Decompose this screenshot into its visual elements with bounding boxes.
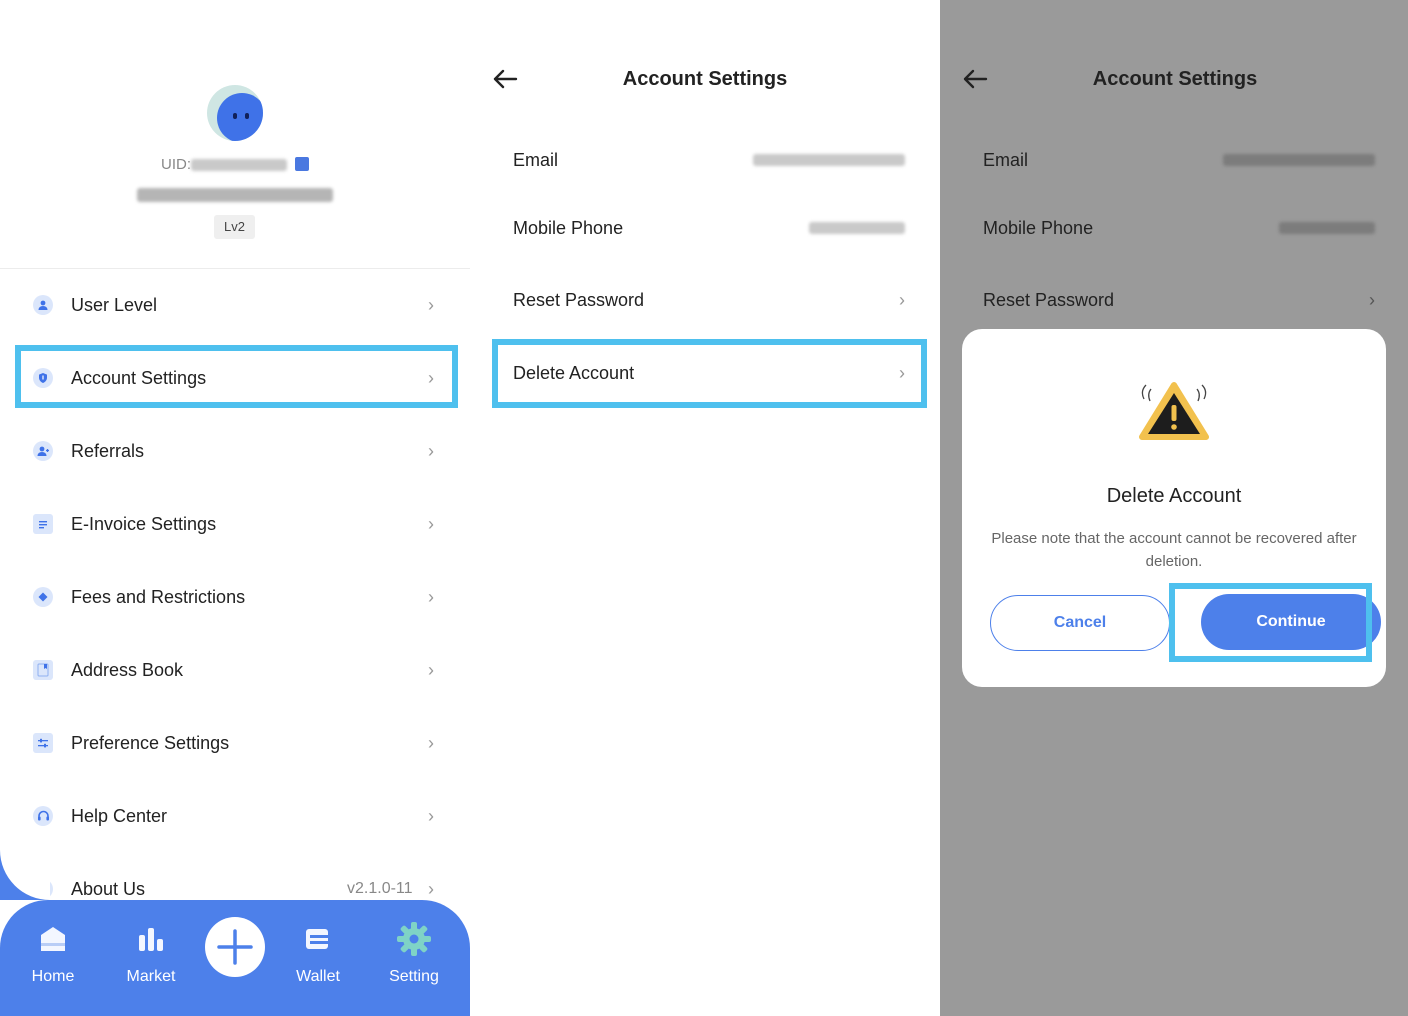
account-settings-panel: Account Settings Email Mobile Phone Rese… xyxy=(470,0,940,1016)
nav-home[interactable]: Home xyxy=(13,922,93,986)
chevron-right-icon: › xyxy=(899,289,905,310)
divider xyxy=(0,268,470,269)
settings-panel: UID: Lv2 User Level › Account Settings ›… xyxy=(0,0,470,1016)
menu-label: Help Center xyxy=(71,805,168,826)
row-email: Email xyxy=(940,135,1408,185)
mobile-value-redacted xyxy=(1279,222,1375,234)
nav-market-label: Market xyxy=(126,968,176,985)
row-email-label: Email xyxy=(513,149,559,170)
chevron-right-icon: › xyxy=(428,294,434,315)
avatar-eye xyxy=(245,113,249,119)
plus-icon xyxy=(217,929,253,965)
nav-home-label: Home xyxy=(31,968,75,985)
nav-wallet[interactable]: Wallet xyxy=(278,922,358,986)
menu-item-help-center[interactable]: Help Center › xyxy=(0,786,470,846)
email-redacted xyxy=(0,186,470,204)
email-blur xyxy=(137,187,333,202)
row-mobile-label: Mobile Phone xyxy=(513,217,624,238)
warning-icon xyxy=(1139,382,1209,440)
highlight-account-settings xyxy=(15,345,458,408)
wallet-icon xyxy=(278,922,358,956)
chevron-right-icon: › xyxy=(428,805,434,826)
headset-icon xyxy=(33,806,53,826)
row-reset-password: Reset Password › xyxy=(940,275,1408,325)
page-title: Account Settings xyxy=(622,68,788,90)
menu-label: Address Book xyxy=(71,659,184,680)
uid-row: UID: xyxy=(0,156,470,173)
menu-label: About Us xyxy=(71,878,146,899)
avatar-face xyxy=(217,93,263,141)
menu-item-fees-and-restrictions[interactable]: Fees and Restrictions › xyxy=(0,567,470,627)
add-user-icon xyxy=(33,441,53,461)
dialog-title: Delete Account xyxy=(1106,485,1242,507)
level-badge: Lv2 xyxy=(214,215,255,239)
mobile-value-redacted xyxy=(809,222,905,234)
email-value-redacted xyxy=(753,154,905,166)
email-value-redacted xyxy=(1223,154,1375,166)
row-mobile-label: Mobile Phone xyxy=(983,217,1094,238)
menu-label: Fees and Restrictions xyxy=(71,586,246,607)
dialog-message: Please note that the account cannot be r… xyxy=(991,530,1357,570)
row-reset-password[interactable]: Reset Password › xyxy=(470,275,940,325)
book-icon xyxy=(33,660,53,680)
menu-item-address-book[interactable]: Address Book › xyxy=(0,640,470,700)
sliders-icon xyxy=(33,733,53,753)
diamond-icon xyxy=(33,587,53,607)
row-mobile-phone: Mobile Phone xyxy=(470,203,940,253)
row-mobile-phone: Mobile Phone xyxy=(940,203,1408,253)
copy-icon[interactable] xyxy=(295,157,309,172)
invoice-icon xyxy=(33,514,53,534)
menu-item-e-invoice-settings[interactable]: E-Invoice Settings › xyxy=(0,494,470,554)
chevron-right-icon: › xyxy=(428,878,434,899)
row-reset-label: Reset Password xyxy=(983,289,1115,310)
chevron-right-icon: › xyxy=(428,513,434,534)
highlight-continue-button xyxy=(1169,583,1372,662)
bottom-nav: Home Market Wallet Setting xyxy=(0,850,470,1016)
nav-setting[interactable]: Setting xyxy=(374,922,454,986)
delete-confirmation-panel: Account Settings Email Mobile Phone Rese… xyxy=(940,0,1408,1016)
user-icon xyxy=(33,295,53,315)
menu-label: User Level xyxy=(71,294,158,315)
page-title: Account Settings xyxy=(1092,68,1258,90)
highlight-delete-account xyxy=(492,339,927,408)
menu-label: E-Invoice Settings xyxy=(71,513,217,534)
uid-value-redacted xyxy=(191,159,287,172)
menu-item-user-level[interactable]: User Level › xyxy=(0,275,470,335)
gear-icon xyxy=(374,922,454,956)
chevron-right-icon: › xyxy=(428,659,434,680)
cancel-button[interactable]: Cancel xyxy=(990,595,1170,651)
add-button[interactable] xyxy=(205,917,265,977)
bar-chart-icon xyxy=(111,922,191,956)
menu-item-referrals[interactable]: Referrals › xyxy=(0,421,470,481)
row-email-label: Email xyxy=(983,149,1029,170)
chevron-right-icon: › xyxy=(428,440,434,461)
avatar[interactable] xyxy=(207,85,263,141)
chevron-right-icon: › xyxy=(428,732,434,753)
chevron-right-icon: › xyxy=(428,586,434,607)
menu-item-preference-settings[interactable]: Preference Settings › xyxy=(0,713,470,773)
row-email: Email xyxy=(470,135,940,185)
nav-wallet-label: Wallet xyxy=(296,968,340,985)
menu-label: Referrals xyxy=(71,440,145,461)
home-icon xyxy=(13,922,93,956)
menu-label: Preference Settings xyxy=(71,732,230,753)
chevron-right-icon: › xyxy=(1369,289,1375,310)
nav-setting-label: Setting xyxy=(389,968,439,985)
app-version: v2.1.0-11 xyxy=(347,880,413,897)
row-reset-label: Reset Password xyxy=(513,289,645,310)
uid-label: UID: xyxy=(161,156,191,173)
avatar-eye xyxy=(233,113,237,119)
nav-market[interactable]: Market xyxy=(111,922,191,986)
